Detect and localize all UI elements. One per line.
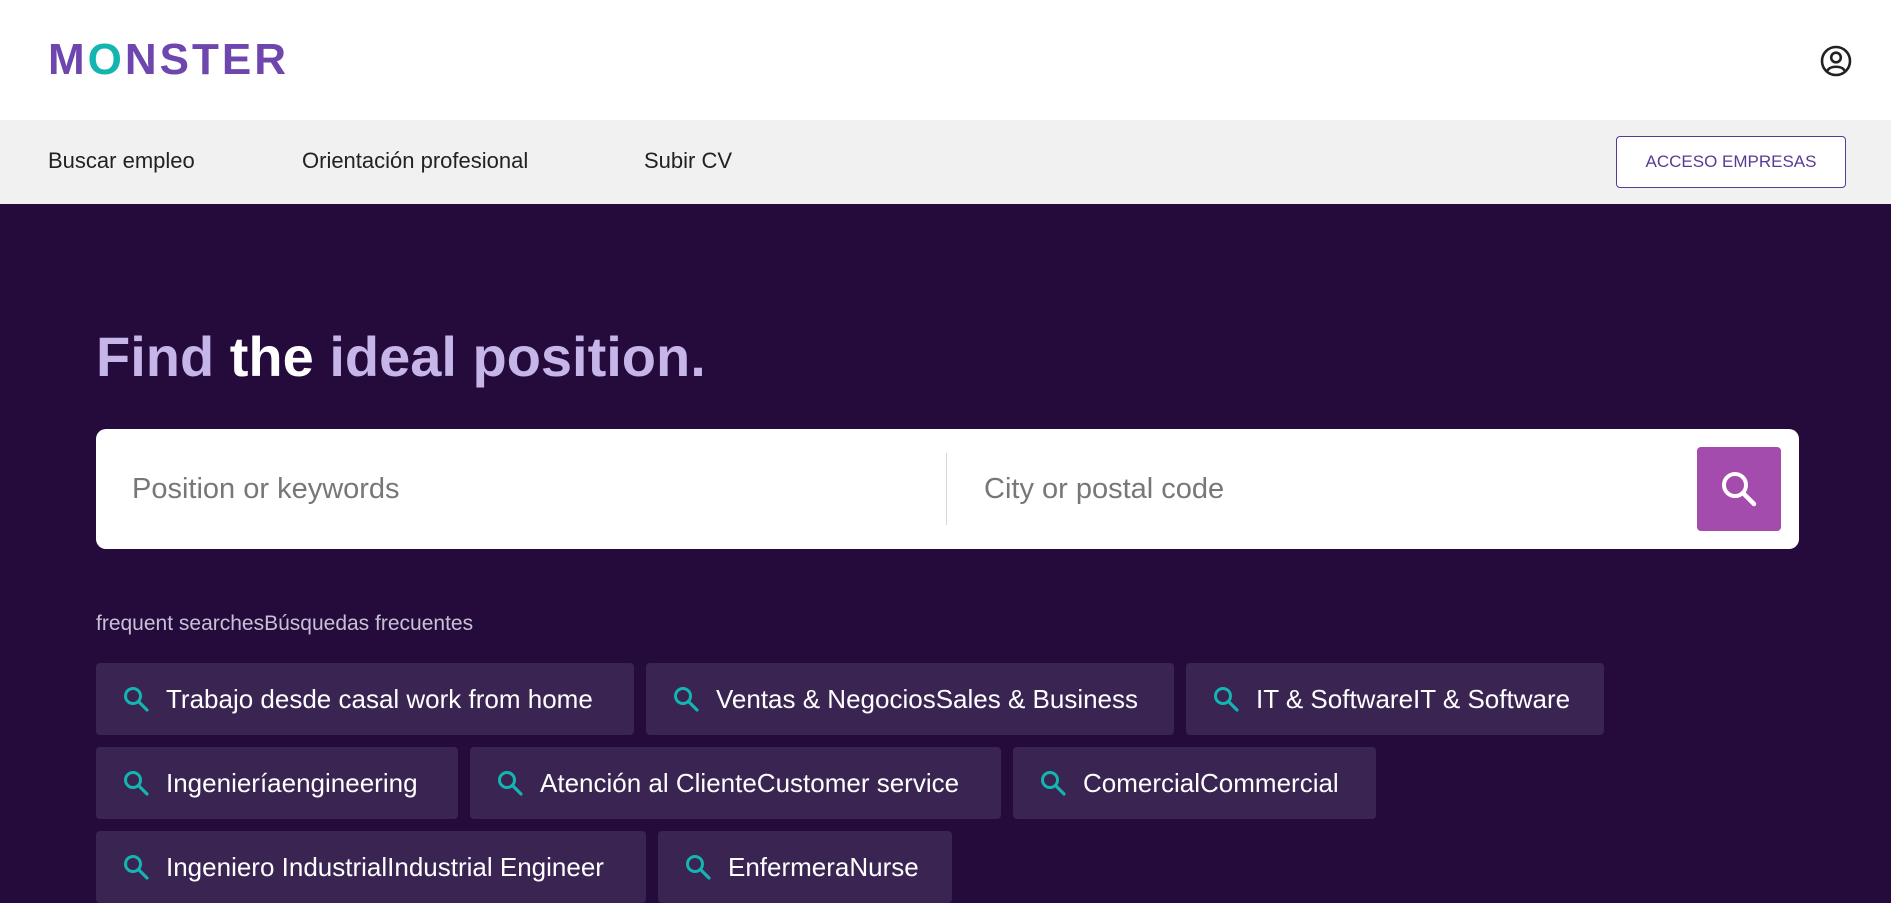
search-button[interactable] [1697, 447, 1781, 531]
chip-label: Atención al ClienteCustomer service [540, 767, 960, 798]
account-icon[interactable] [1819, 44, 1853, 78]
hero-title-part2: the [229, 325, 330, 388]
frequent-search-chip[interactable]: Ventas & NegociosSales & Business [646, 663, 1174, 735]
search-icon [124, 771, 149, 796]
nav-orientacion-profesional[interactable]: Orientación profesional [302, 148, 528, 174]
search-icon [498, 771, 523, 796]
hero-title-part3: ideal position. [329, 325, 706, 388]
frequent-search-chip[interactable]: Trabajo desde casal work from home [96, 663, 634, 735]
logo-letter-m: M [48, 35, 88, 84]
frequent-search-chip[interactable]: IT & SoftwareIT & Software [1186, 663, 1604, 735]
chip-label: Ingeniero IndustrialIndustrial Engineer [166, 851, 604, 882]
chip-label: Trabajo desde casal work from home [166, 683, 593, 714]
nav-subir-cv[interactable]: Subir CV [644, 148, 732, 174]
chip-label: ComercialCommercial [1083, 767, 1339, 798]
chip-label: Ventas & NegociosSales & Business [716, 683, 1139, 714]
frequent-search-chip[interactable]: Atención al ClienteCustomer service [470, 747, 1001, 819]
search-icon [1214, 687, 1239, 712]
logo-letters-rest: NSTER [124, 35, 290, 84]
job-search-form: Position or keywords City or postal code [96, 429, 1799, 549]
search-divider [946, 453, 947, 525]
search-icon [674, 687, 699, 712]
location-input[interactable]: City or postal code [984, 429, 1664, 549]
search-icon [124, 687, 149, 712]
hero-title: Find the ideal position. [96, 322, 706, 392]
main-nav: Buscar empleo Orientación profesional Su… [0, 120, 1891, 204]
hero-title-part1: Find [96, 325, 230, 388]
logo-letter-o: O [87, 35, 125, 84]
frequent-searches-label: frequent searchesBúsquedas frecuentes [96, 612, 474, 635]
chip-label: EnfermeraNurse [728, 851, 919, 882]
site-header: MONSTER [0, 0, 1891, 120]
chip-label: Ingenieríaengineering [166, 767, 418, 798]
search-icon [124, 855, 149, 880]
chip-label: IT & SoftwareIT & Software [1256, 683, 1571, 714]
search-icon [686, 855, 711, 880]
frequent-search-chip[interactable]: Ingeniero IndustrialIndustrial Engineer [96, 831, 646, 903]
search-icon [1722, 472, 1757, 507]
frequent-search-chip[interactable]: ComercialCommercial [1013, 747, 1376, 819]
hero-section: Find the ideal position. Position or key… [0, 204, 1891, 903]
frequent-search-chip[interactable]: Ingenieríaengineering [96, 747, 458, 819]
monster-logo[interactable]: MONSTER [48, 36, 289, 84]
nav-buscar-empleo[interactable]: Buscar empleo [48, 148, 195, 174]
frequent-search-chip[interactable]: EnfermeraNurse [658, 831, 952, 903]
search-icon [1041, 771, 1066, 796]
acceso-empresas-button[interactable]: ACCESO EMPRESAS [1616, 136, 1846, 188]
keywords-input[interactable]: Position or keywords [132, 429, 932, 549]
